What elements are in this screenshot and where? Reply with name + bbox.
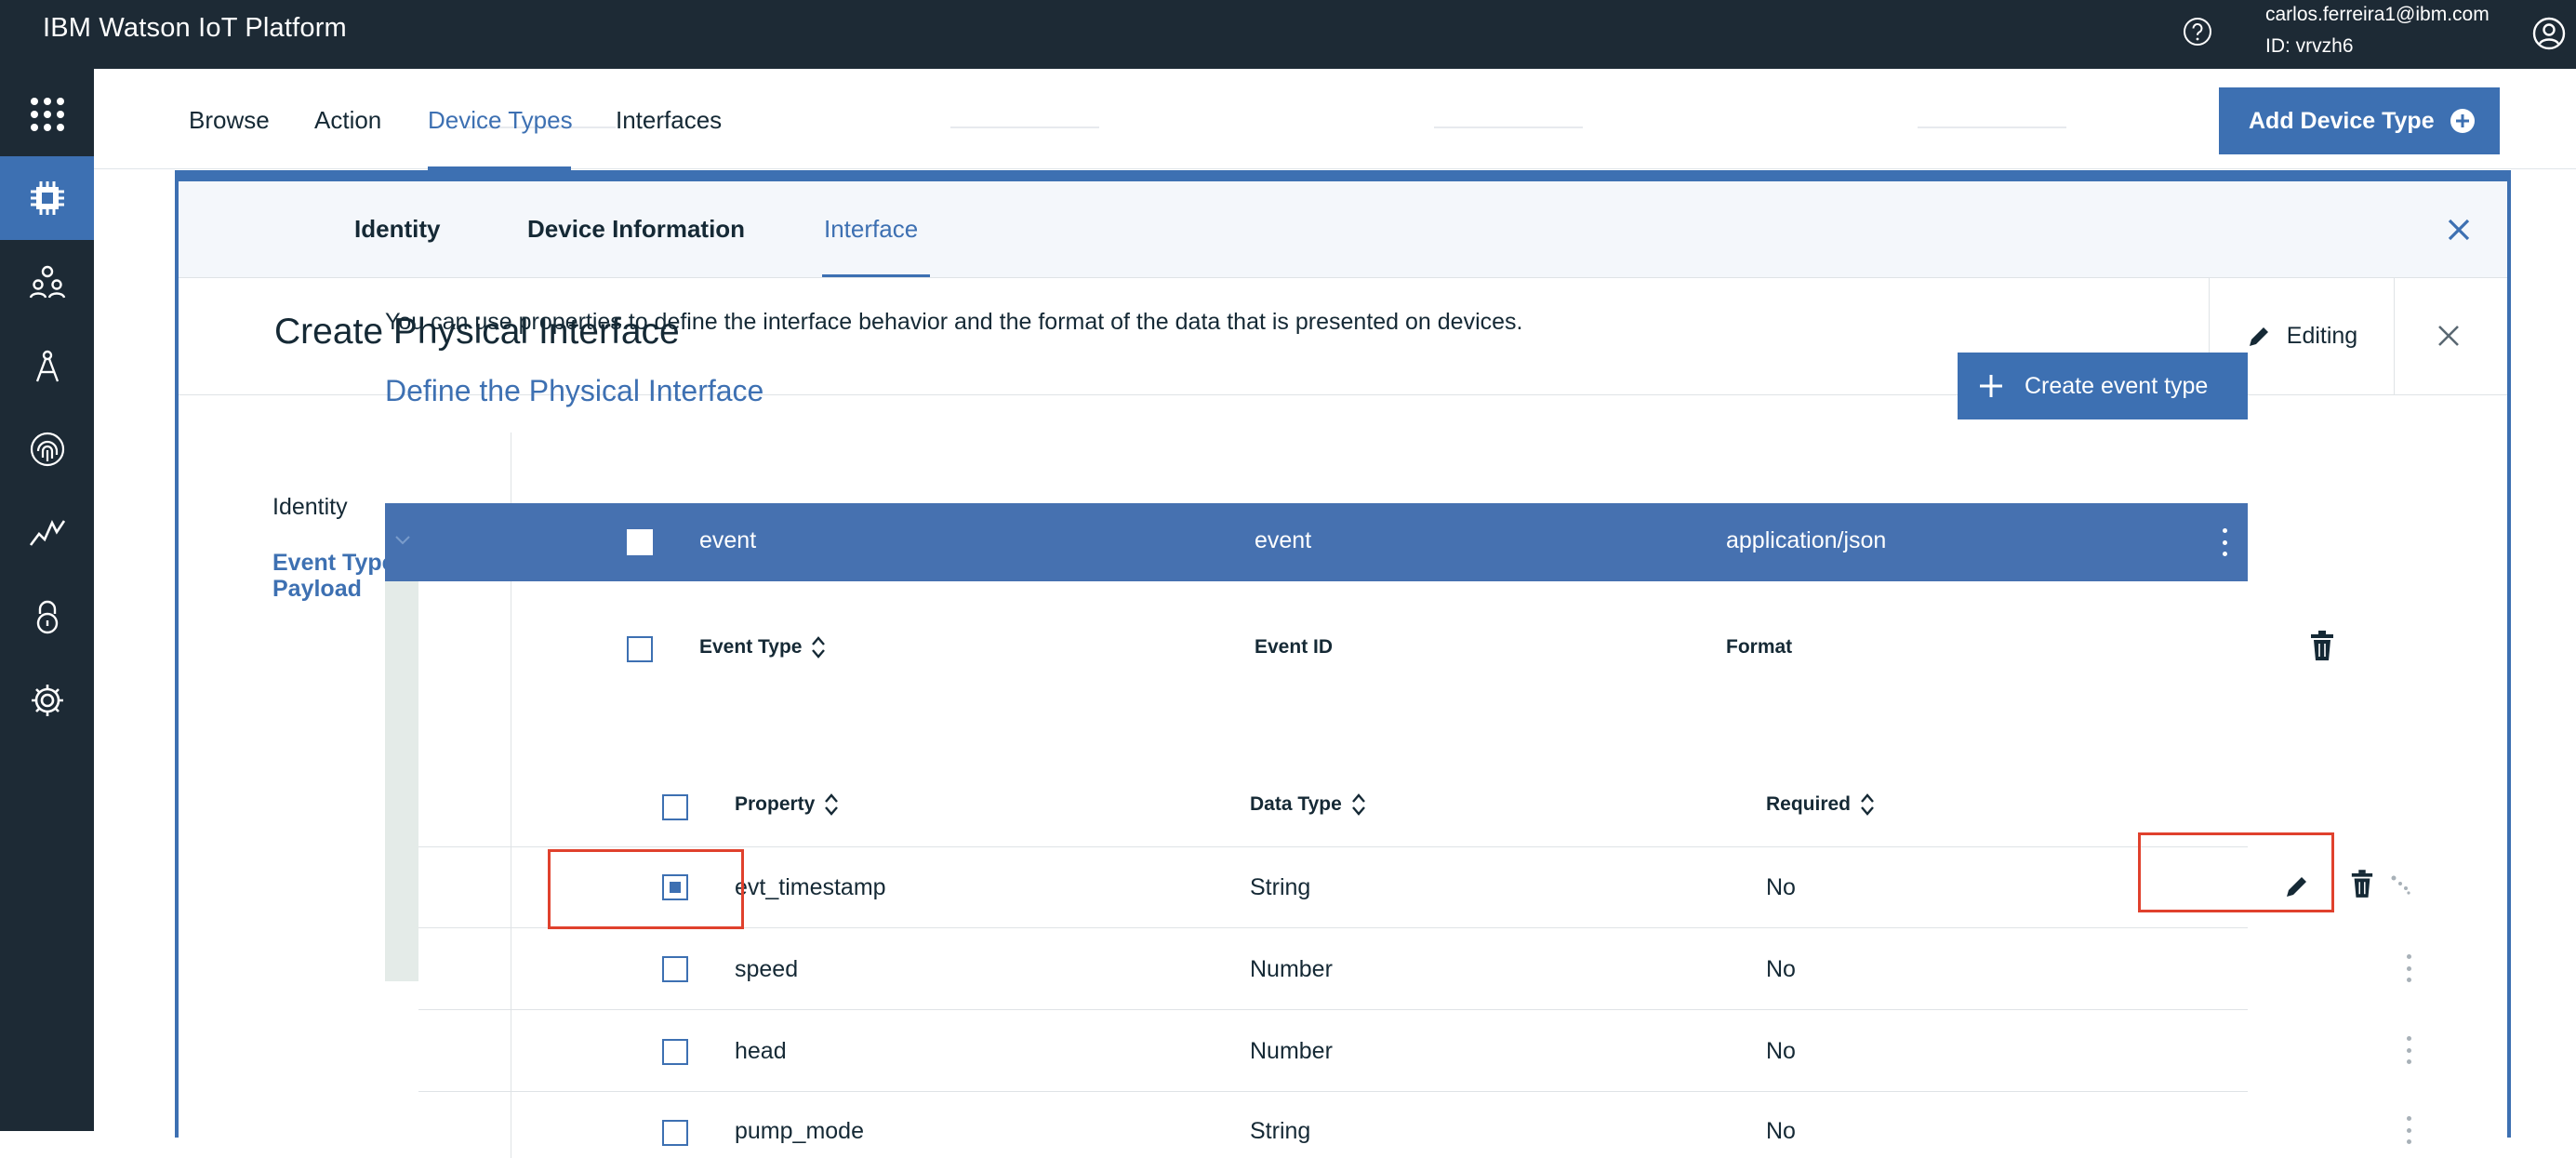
plus-icon	[1980, 375, 2002, 397]
event-id-cell: event	[1255, 527, 1312, 553]
pencil-icon	[2249, 326, 2268, 346]
top-bar: IBM Watson IoT Platform carlos.ferreira1…	[0, 0, 2576, 69]
table-row-event[interactable]: event event application/json	[385, 503, 2248, 581]
required-cell: No	[1766, 874, 1796, 900]
row-checkbox[interactable]	[662, 1120, 688, 1146]
row-divider	[418, 846, 2248, 847]
sort-icon	[825, 793, 839, 816]
user-org-id: ID: vrvzh6	[2265, 35, 2354, 57]
row-checkbox[interactable]	[662, 956, 688, 982]
close-icon[interactable]	[2434, 321, 2463, 351]
step-identity[interactable]: Identity	[354, 215, 440, 244]
property-cell: pump_mode	[735, 1118, 864, 1144]
side-nav-identity[interactable]: Identity	[272, 494, 348, 521]
row-divider	[418, 1091, 2248, 1092]
event-type-cell: event	[699, 527, 757, 553]
create-event-type-label: Create event type	[2025, 372, 2209, 399]
help-circle-icon[interactable]	[2182, 16, 2213, 47]
wizard-steps: Identity Device Information Interface	[179, 181, 2507, 278]
device-chip-icon	[30, 181, 64, 215]
tab-action[interactable]: Action	[314, 106, 381, 135]
overflow-menu-icon[interactable]	[2405, 1036, 2412, 1064]
security-fingerprint-icon	[30, 432, 64, 467]
property-cell: evt_timestamp	[735, 874, 886, 900]
data-type-cell: Number	[1250, 1038, 1333, 1064]
active-step-indicator	[822, 274, 930, 277]
settings-gear-icon	[31, 685, 63, 716]
sort-icon	[1351, 793, 1365, 816]
column-header-data-type[interactable]: Data Type	[1250, 792, 1366, 817]
rail-settings[interactable]	[0, 659, 94, 742]
column-header-property[interactable]: Property	[735, 792, 839, 817]
overflow-menu-icon[interactable]	[2405, 954, 2412, 982]
property-cell: speed	[735, 956, 799, 982]
rail-devices[interactable]	[0, 156, 94, 240]
close-icon[interactable]	[2442, 213, 2476, 246]
overflow-menu-icon[interactable]	[2405, 1116, 2412, 1144]
column-header-event-id: Event ID	[1255, 636, 1334, 658]
section-title: Define the Physical Interface	[385, 374, 764, 407]
lock-icon	[36, 600, 58, 634]
trash-icon[interactable]	[2350, 869, 2374, 900]
data-type-cell: String	[1250, 874, 1311, 900]
overflow-menu-icon[interactable]	[2221, 528, 2228, 556]
intro-text: You can use properties to define the int…	[385, 309, 1523, 335]
tab-browse[interactable]: Browse	[189, 106, 270, 135]
app-title: IBM Watson IoT Platform	[43, 13, 347, 43]
rail-members[interactable]	[0, 240, 94, 324]
data-type-cell: String	[1250, 1118, 1311, 1144]
column-header-format: Format	[1726, 636, 1793, 658]
row-checkbox[interactable]	[627, 529, 653, 555]
annotation-box-checkbox	[548, 849, 744, 929]
create-event-type-button[interactable]: Create event type	[1958, 353, 2248, 419]
rail-usage[interactable]	[0, 491, 94, 575]
format-cell: application/json	[1726, 527, 1887, 553]
select-all-events-checkbox[interactable]	[627, 636, 653, 662]
device-nav-bar: Browse Action Device Types Interfaces	[94, 69, 2576, 170]
members-icon	[29, 265, 65, 299]
step-interface[interactable]: Interface	[824, 215, 918, 244]
column-header-event-type[interactable]: Event Type	[699, 635, 826, 659]
tab-interfaces[interactable]: Interfaces	[616, 106, 722, 135]
side-rail	[0, 69, 94, 1131]
annotation-box-edit	[2138, 832, 2334, 912]
rail-apps[interactable]	[0, 73, 94, 156]
row-checkbox[interactable]	[662, 1039, 688, 1065]
column-header-required[interactable]: Required	[1766, 792, 1875, 817]
property-cell: head	[735, 1038, 787, 1064]
plus-circle-icon	[2450, 109, 2475, 133]
tab-device-types[interactable]: Device Types	[428, 106, 573, 135]
required-cell: No	[1766, 1118, 1796, 1144]
user-email[interactable]: carlos.ferreira1@ibm.com	[2265, 4, 2490, 26]
chevron-down-icon[interactable]	[394, 535, 411, 546]
sort-icon	[1861, 793, 1874, 816]
select-all-properties-checkbox[interactable]	[662, 794, 688, 820]
rail-access[interactable]	[0, 575, 94, 659]
sort-icon	[812, 636, 826, 659]
user-avatar-icon[interactable]	[2531, 16, 2567, 51]
data-type-cell: Number	[1250, 956, 1333, 982]
rail-security[interactable]	[0, 407, 94, 491]
usage-chart-icon	[29, 519, 65, 546]
app-grid-icon	[30, 98, 64, 131]
loading-icon	[2391, 875, 2410, 895]
required-cell: No	[1766, 1038, 1796, 1064]
rail-rules[interactable]	[0, 324, 94, 407]
trash-icon[interactable]	[2309, 631, 2335, 662]
add-device-type-button[interactable]: Add Device Type	[2219, 87, 2500, 154]
row-divider	[418, 1009, 2248, 1010]
step-device-information[interactable]: Device Information	[527, 215, 745, 244]
required-cell: No	[1766, 956, 1796, 982]
add-device-type-label: Add Device Type	[2249, 107, 2435, 134]
editing-label: Editing	[2286, 323, 2358, 349]
nested-table-gutter	[385, 581, 418, 981]
rules-compass-icon	[35, 350, 59, 382]
